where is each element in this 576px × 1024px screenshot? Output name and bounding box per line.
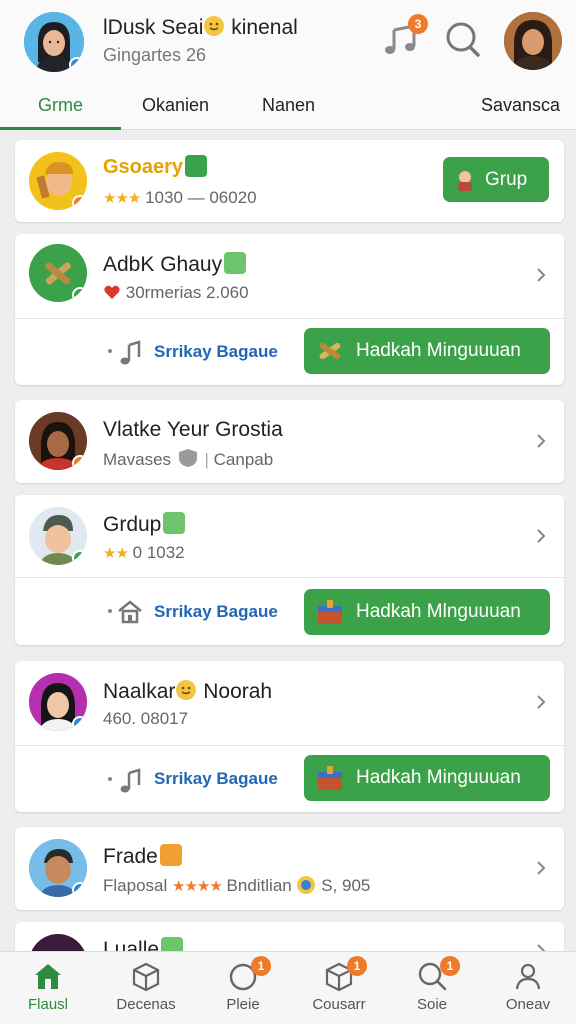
list-item[interactable]: Grdup ★★ 0 1032 Srrikay Bagaue Hadkah Ml…	[15, 495, 564, 645]
status-badge	[72, 716, 87, 731]
chevron-right-icon[interactable]	[532, 432, 550, 450]
item-meta: Flaposal ★★★★ Bnditlian S, 905	[103, 876, 371, 895]
bullet	[108, 777, 112, 781]
item-title: AdbK Ghauy	[103, 252, 247, 277]
character-icon	[458, 170, 472, 191]
item-avatar	[29, 673, 87, 731]
list-item[interactable]: Naalkar Noorah 460. 08017 Srrikay Bagaue…	[15, 661, 564, 812]
music-note-icon	[120, 768, 141, 793]
smiley-icon	[204, 16, 225, 36]
bottom-nav: Flausl Decenas 1 Pleie 1 Cousarr 1 Soie	[0, 951, 576, 1024]
chest-icon	[318, 766, 342, 790]
list-item[interactable]: Gsoaery ★★★ 1030 — 06020 Grup	[15, 140, 564, 222]
list-item[interactable]: AdbK Ghauy 30rmerias 2.060 Srrikay Bagau…	[15, 234, 564, 385]
item-title: Naalkar Noorah	[103, 680, 273, 703]
smiley-icon	[176, 680, 197, 700]
item-title: Frade	[103, 844, 182, 869]
item-title: Grdup	[103, 512, 186, 537]
item-meta: Mavases | Canpab	[103, 449, 274, 469]
bullet	[108, 349, 112, 353]
notification-badge: 3	[408, 14, 428, 34]
nav-home[interactable]: Flausl	[0, 952, 96, 1024]
nav-soie[interactable]: 1 Soie	[384, 952, 480, 1024]
tab-bar: Grme Okanien Nanen Savansca	[0, 84, 576, 130]
nav-badge: 1	[347, 956, 367, 976]
tag-icon	[159, 844, 182, 867]
action-button[interactable]: Hadkah Minguuuan	[304, 328, 550, 374]
status-badge	[72, 195, 87, 210]
item-meta: ★★ 0 1032	[103, 543, 185, 562]
action-button[interactable]: Hadkah Minguuuan	[304, 755, 550, 801]
box-icon	[132, 962, 160, 992]
chevron-right-icon[interactable]	[532, 693, 550, 711]
action-link[interactable]: Srrikay Bagaue	[154, 602, 278, 622]
tab-grme[interactable]: Grme	[38, 95, 83, 116]
nav-cousarr[interactable]: 1 Cousarr	[291, 952, 387, 1024]
emoji-icon	[297, 876, 316, 894]
nav-pleie[interactable]: 1 Pleie	[195, 952, 291, 1024]
shield-icon	[178, 449, 197, 467]
chevron-right-icon[interactable]	[532, 527, 550, 545]
nav-decenas[interactable]: Decenas	[98, 952, 194, 1024]
music-note-icon	[120, 340, 141, 365]
action-link[interactable]: Srrikay Bagaue	[154, 342, 278, 362]
status-badge	[72, 882, 87, 897]
item-avatar	[29, 244, 87, 302]
item-avatar	[29, 507, 87, 565]
item-avatar	[29, 839, 87, 897]
nav-badge: 1	[440, 956, 460, 976]
status-badge	[72, 550, 87, 565]
status-badge	[72, 455, 87, 470]
item-avatar	[29, 412, 87, 470]
list-item[interactable]: Frade Flaposal ★★★★ Bnditlian S, 905	[15, 827, 564, 910]
item-title: Gsoaery	[103, 154, 208, 179]
status-badge	[72, 287, 87, 302]
action-link[interactable]: Srrikay Bagaue	[154, 769, 278, 789]
tag-icon	[185, 154, 208, 177]
item-avatar	[29, 152, 87, 210]
tab-nanen[interactable]: Nanen	[262, 95, 315, 116]
nav-badge: 1	[251, 956, 271, 976]
item-title: Vlatke Yeur Grostia	[103, 418, 283, 441]
tag-icon	[224, 252, 247, 275]
active-tab-indicator	[0, 127, 121, 130]
grup-button[interactable]: Grup	[443, 157, 549, 202]
house-icon	[118, 600, 142, 624]
crossed-tools-icon	[319, 342, 341, 360]
bullet	[108, 609, 112, 613]
chevron-right-icon[interactable]	[532, 266, 550, 284]
home-icon	[35, 964, 61, 989]
item-meta: 460. 08017	[103, 709, 189, 728]
tab-okanien[interactable]: Okanien	[142, 95, 209, 116]
item-meta: 30rmerias 2.060	[103, 283, 249, 303]
chevron-right-icon[interactable]	[532, 859, 550, 877]
online-badge	[69, 57, 84, 72]
list-item[interactable]: Vlatke Yeur Grostia Mavases | Canpab	[15, 400, 564, 483]
profile-subtitle: Gingartes 26	[103, 45, 207, 65]
nav-oneav[interactable]: Oneav	[480, 952, 576, 1024]
divider	[15, 577, 564, 578]
search-icon[interactable]	[444, 20, 482, 58]
chest-icon	[318, 600, 342, 624]
user-avatar[interactable]	[24, 12, 84, 72]
app-header: lDusk Seai kinenal Gingartes 26 3	[0, 0, 576, 84]
profile-avatar[interactable]	[504, 12, 562, 70]
profile-name: lDusk Seai kinenal	[103, 16, 298, 39]
divider	[15, 318, 564, 319]
divider	[15, 745, 564, 746]
tab-savansca[interactable]: Savansca	[481, 95, 560, 116]
item-meta: ★★★ 1030 — 06020	[103, 188, 257, 207]
heart-icon	[104, 285, 120, 299]
tag-icon	[163, 512, 186, 535]
person-icon	[515, 963, 541, 990]
action-button[interactable]: Hadkah Mlnguuuan	[304, 589, 550, 635]
